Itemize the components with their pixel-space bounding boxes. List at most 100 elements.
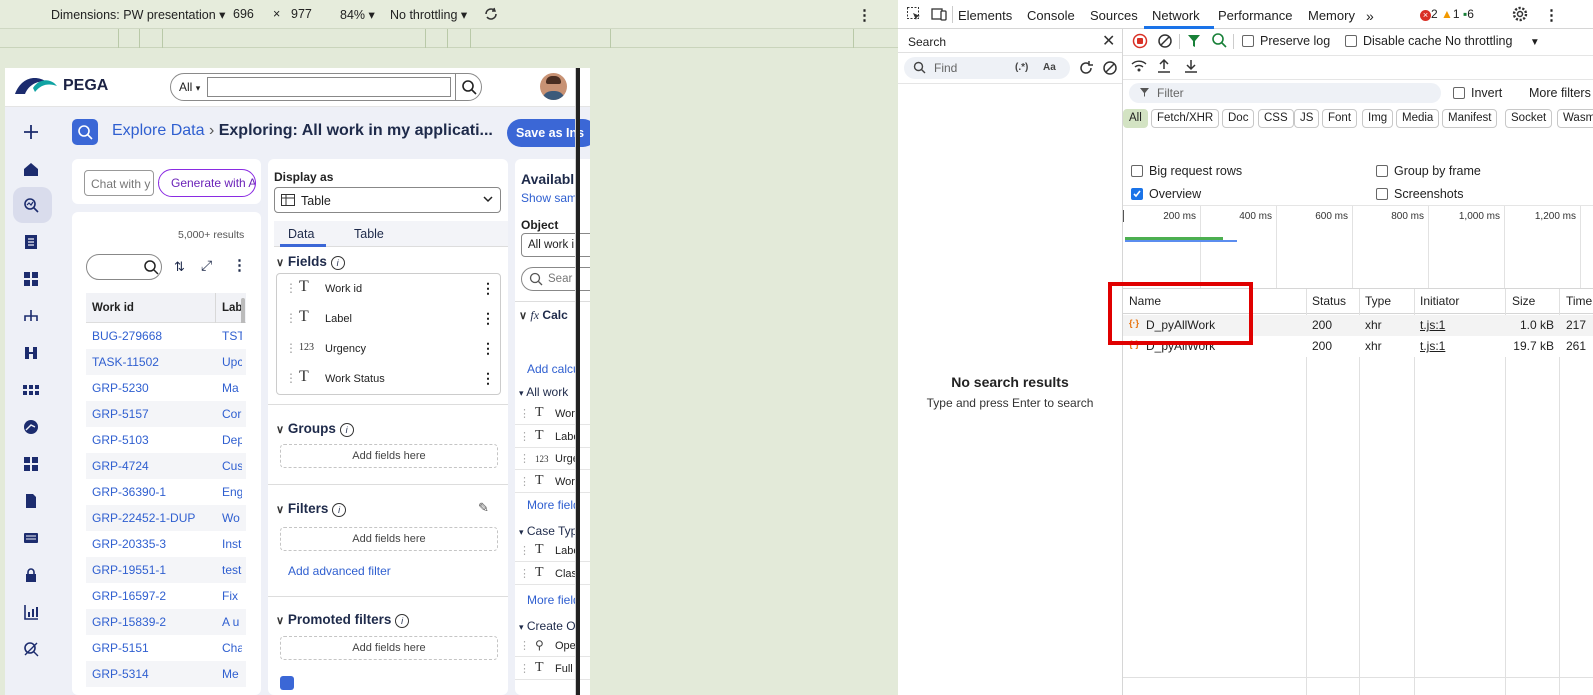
tab-elements[interactable]: Elements xyxy=(958,8,1012,23)
dashboard-icon[interactable] xyxy=(19,452,43,476)
show-sample-link[interactable]: Show sam xyxy=(521,191,577,205)
inspect-element-icon[interactable] xyxy=(906,6,922,22)
throttling-dropdown[interactable]: No throttling ▾ xyxy=(390,7,467,22)
more-options-icon[interactable]: ⋮ xyxy=(481,310,495,327)
work-id-link[interactable]: GRP-5230 xyxy=(92,381,149,395)
drag-handle-icon[interactable]: ⋮ xyxy=(519,639,530,652)
more-filters-dropdown[interactable]: More filters xyxy=(1529,86,1591,100)
drag-handle-icon[interactable]: ⋮ xyxy=(519,475,530,488)
viewport-resize-edge[interactable] xyxy=(576,68,580,695)
sort-icon[interactable]: ⇅ xyxy=(174,259,185,275)
create-icon[interactable] xyxy=(19,120,43,144)
column-status[interactable]: Status xyxy=(1312,294,1346,308)
promoted-drop-zone[interactable]: Add fields here xyxy=(280,636,498,660)
search-scope-select[interactable]: All ▾ xyxy=(179,80,200,94)
type-filter-css[interactable]: CSS xyxy=(1258,109,1294,128)
drag-handle-icon[interactable]: ⋮ xyxy=(519,662,530,675)
column-type[interactable]: Type xyxy=(1365,294,1391,308)
document-icon[interactable] xyxy=(19,489,43,513)
table-row[interactable]: BUG-279668 TST xyxy=(86,323,246,349)
work-id-link[interactable]: GRP-15839-2 xyxy=(92,615,166,629)
promoted-filters-section-header[interactable]: ∨ Promoted filters i xyxy=(276,612,410,628)
breadcrumb-parent-link[interactable]: Explore Data xyxy=(112,122,205,139)
settings-gear-icon[interactable] xyxy=(1511,5,1529,23)
width-field[interactable]: 696 xyxy=(233,7,254,21)
issue-counters[interactable]: × 2 ▲1 ▪6 xyxy=(1420,7,1474,21)
drag-handle-icon[interactable]: ⋮ xyxy=(285,371,297,385)
calculations-header[interactable]: ∨ fx Calc xyxy=(519,308,568,323)
workflow-icon[interactable] xyxy=(19,267,43,291)
search-input[interactable] xyxy=(207,77,451,97)
home-icon[interactable] xyxy=(19,157,43,181)
work-id-link[interactable]: GRP-4724 xyxy=(92,459,149,473)
add-calculation-link[interactable]: Add calcu xyxy=(527,362,580,376)
work-id-link[interactable]: TASK-11502 xyxy=(92,355,159,369)
drag-handle-icon[interactable]: ⋮ xyxy=(519,407,530,420)
drag-handle-icon[interactable]: ⋮ xyxy=(285,311,297,325)
refresh-icon[interactable] xyxy=(1078,60,1094,76)
generate-with-ai-button[interactable]: ✦ Generate with AI xyxy=(158,169,256,197)
work-id-link[interactable]: GRP-20335-3 xyxy=(92,537,166,551)
more-options-icon[interactable]: ⋮ xyxy=(481,340,495,357)
more-options-icon[interactable]: ⋮ xyxy=(481,370,495,387)
info-icon[interactable]: i xyxy=(332,503,347,517)
column-time[interactable]: Time xyxy=(1566,294,1592,308)
create-operator-group-header[interactable]: ▾ Create O xyxy=(519,619,576,633)
table-row[interactable]: GRP-19551-1 test xyxy=(86,557,246,583)
tab-performance[interactable]: Performance xyxy=(1218,8,1292,23)
expand-icon[interactable]: ⤢ xyxy=(201,257,212,274)
type-filter-font[interactable]: Font xyxy=(1322,109,1358,128)
import-har-icon[interactable] xyxy=(1156,57,1172,75)
explore-data-icon[interactable] xyxy=(19,193,43,217)
group-by-frame-checkbox[interactable]: Group by frame xyxy=(1376,164,1481,178)
match-case-toggle[interactable]: Aa xyxy=(1043,62,1056,73)
add-advanced-filter-link[interactable]: Add advanced filter xyxy=(288,564,391,578)
table-row[interactable]: TASK-11502 Upc xyxy=(86,349,246,375)
table-row[interactable]: GRP-36390-1 Eng xyxy=(86,479,246,505)
table-row[interactable]: GRP-5151 Cha xyxy=(86,635,246,661)
drag-handle-icon[interactable]: ⋮ xyxy=(285,281,297,295)
work-id-link[interactable]: BUG-279668 xyxy=(92,329,162,343)
dimensions-dropdown[interactable]: Dimensions: PW presentation ▾ xyxy=(51,7,225,22)
table-row[interactable]: GRP-5157 Cor xyxy=(86,401,246,427)
search-icon[interactable] xyxy=(461,79,477,95)
info-icon[interactable]: i xyxy=(395,614,410,628)
column-header-label[interactable]: Lab xyxy=(222,302,242,314)
work-id-link[interactable]: GRP-36390-1 xyxy=(92,485,166,499)
groups-drop-zone[interactable]: Add fields here xyxy=(280,444,498,468)
table-row[interactable]: GRP-5230 Ma xyxy=(86,375,246,401)
record-stop-icon[interactable] xyxy=(1132,33,1148,49)
type-filter-doc[interactable]: Doc xyxy=(1222,109,1255,128)
device-toggle-icon[interactable] xyxy=(931,6,947,22)
work-id-link[interactable]: GRP-19551-1 xyxy=(92,563,166,577)
checkbox[interactable] xyxy=(280,676,294,690)
export-har-icon[interactable] xyxy=(1183,57,1199,75)
tab-sources[interactable]: Sources xyxy=(1090,8,1138,23)
table-row[interactable]: GRP-5314 Me xyxy=(86,661,246,687)
field-item[interactable]: ⋮ T Work id ⋮ xyxy=(277,274,501,304)
table-row[interactable]: GRP-15839-2 A u xyxy=(86,609,246,635)
edit-pencil-icon[interactable]: ✎ xyxy=(478,500,489,516)
display-as-select[interactable]: Table xyxy=(274,187,501,213)
column-header-work-id[interactable]: Work id xyxy=(92,302,134,314)
work-id-link[interactable]: GRP-5103 xyxy=(92,433,149,447)
results-search-input[interactable] xyxy=(87,255,137,279)
tab-data[interactable]: Data xyxy=(288,227,314,241)
lock-icon[interactable] xyxy=(19,563,43,587)
table-row[interactable]: GRP-4724 Cus xyxy=(86,453,246,479)
globe-icon[interactable] xyxy=(19,415,43,439)
filters-section-header[interactable]: ∨ Filters i xyxy=(276,501,347,517)
network-conditions-icon[interactable] xyxy=(1130,58,1148,74)
work-id-link[interactable]: GRP-5151 xyxy=(92,641,149,655)
more-options-icon[interactable]: ⋮ xyxy=(481,280,495,297)
type-filter-js[interactable]: JS xyxy=(1294,109,1320,128)
table-row[interactable]: GRP-22452-1-DUP Wo xyxy=(86,505,246,531)
table-row[interactable]: GRP-20335-3 Inst xyxy=(86,531,246,557)
tab-table[interactable]: Table xyxy=(354,227,384,241)
info-icon[interactable]: i xyxy=(339,423,354,437)
clear-log-icon[interactable] xyxy=(1157,33,1173,49)
type-filter-img[interactable]: Img xyxy=(1362,109,1394,128)
drag-handle-icon[interactable]: ⋮ xyxy=(519,544,530,557)
column-size[interactable]: Size xyxy=(1512,294,1535,308)
chat-input[interactable]: Chat with y xyxy=(84,170,154,196)
